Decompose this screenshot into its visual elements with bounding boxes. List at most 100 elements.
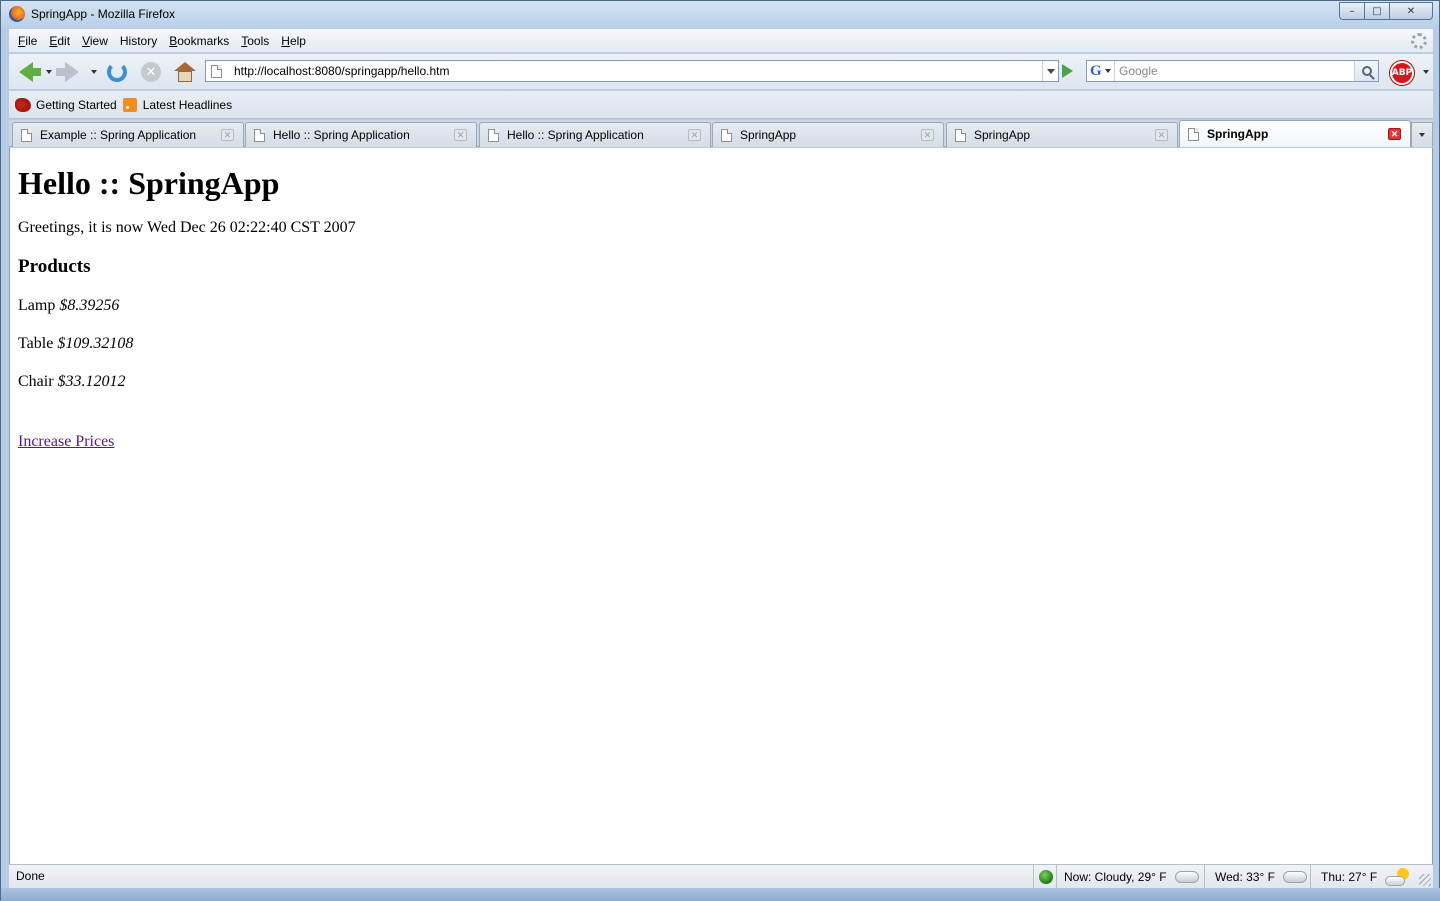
tab-6-active[interactable]: SpringApp ✕ [1179,120,1411,147]
tab-strip: Example :: Spring Application ✕ Hello ::… [9,120,1433,147]
product-price: $33.12012 [57,373,126,390]
menu-help-accel: H [281,33,290,48]
weather-wed-panel[interactable]: Wed: 33° F [1204,865,1310,888]
stop-button[interactable]: ✕ [138,59,164,85]
increase-prices-link[interactable]: Increase Prices [18,433,114,450]
url-bar[interactable]: http://localhost:8080/springapp/hello.ht… [205,60,1059,82]
home-button[interactable] [172,59,198,85]
window-title: SpringApp - Mozilla Firefox [31,7,176,21]
search-input[interactable]: Google [1119,64,1354,78]
menu-view-label: iew [89,33,108,48]
product-row: Chair $33.12012 [18,373,1424,391]
tab-3[interactable]: Hello :: Spring Application ✕ [479,122,711,147]
bookmark-label: Latest Headlines [142,97,233,112]
search-engine-selector[interactable]: G [1087,61,1115,81]
tab-4[interactable]: SpringApp ✕ [712,122,944,147]
globe-icon [1039,869,1053,884]
tab-1[interactable]: Example :: Spring Application ✕ [12,122,244,147]
menu-file[interactable]: File [12,34,43,48]
window-bottom-frame [1,888,1440,901]
window-controls: – □ ✕ [1339,2,1433,20]
minimize-button[interactable]: – [1339,2,1365,20]
tab-2[interactable]: Hello :: Spring Application ✕ [245,122,477,147]
menu-history[interactable]: History [114,34,163,48]
page-icon [254,128,265,142]
status-text: Done [16,869,45,883]
forward-button[interactable] [56,59,85,85]
menu-file-label: ile [25,33,38,48]
page-heading: Hello :: SpringApp [18,165,280,201]
tab-label: SpringApp [1207,127,1269,141]
adblock-plus-icon[interactable]: ABP [1390,61,1414,85]
menu-bookmarks-label: ookmarks [177,33,230,48]
menu-tools-label: ools [247,33,270,48]
menu-edit[interactable]: Edit [43,34,76,48]
search-bar[interactable]: G Google [1086,60,1379,82]
weather-now-panel[interactable]: Now: Cloudy, 29° F [1056,865,1204,888]
menu-help-label: elp [289,33,306,48]
tab-close-button[interactable]: ✕ [688,129,701,141]
title-bar: SpringApp - Mozilla Firefox – □ ✕ [1,1,1439,28]
reload-button[interactable] [104,59,130,85]
go-button[interactable] [1062,64,1073,78]
page-icon [21,128,32,142]
tab-5[interactable]: SpringApp ✕ [946,122,1178,147]
stop-icon: ✕ [141,62,161,82]
adblock-dropdown[interactable] [1423,70,1429,74]
reload-icon [107,62,127,82]
close-window-button[interactable]: ✕ [1389,2,1433,20]
product-name: Lamp [18,297,56,314]
bookmark-getting-started[interactable]: Getting Started [15,97,117,112]
maximize-button[interactable]: □ [1364,2,1390,20]
menu-view[interactable]: View [76,34,114,48]
navigation-toolbar: ✕ http://localhost:8080/springapp/hello.… [9,54,1433,90]
url-history-dropdown[interactable] [1042,61,1058,81]
product-price: $8.39256 [59,297,120,314]
tab-label: Hello :: Spring Application [507,128,644,142]
tab-close-button[interactable]: ✕ [1388,128,1401,140]
weather-now-text: Now: Cloudy, 29° F [1064,869,1167,884]
page-content: Hello :: SpringApp Greetings, it is now … [9,148,1433,864]
partly-sunny-icon [1385,867,1411,886]
forward-history-dropdown[interactable] [91,70,97,74]
menu-help[interactable]: Help [275,34,312,48]
rss-feed-icon [122,97,137,112]
search-button[interactable] [1354,61,1378,81]
cloudy-icon [1174,870,1199,883]
tab-close-button[interactable]: ✕ [1155,129,1168,141]
bookmarks-toolbar: Getting Started Latest Headlines [9,91,1433,119]
link-row: Increase Prices [18,433,1424,451]
page-favicon-icon [211,64,222,78]
weather-thu-text: Thu: 27° F [1321,869,1378,884]
menu-edit-label: dit [57,33,71,48]
product-name: Table [18,335,54,352]
tab-list-button[interactable] [1411,122,1433,147]
url-text[interactable]: http://localhost:8080/springapp/hello.ht… [234,64,449,78]
menu-tools[interactable]: Tools [235,34,275,48]
bookmark-latest-headlines[interactable]: Latest Headlines [122,97,233,112]
magnifier-icon [1361,66,1372,76]
back-history-dropdown[interactable] [46,70,52,74]
tab-close-button[interactable]: ✕ [221,129,234,141]
weather-thu-panel[interactable]: Thu: 27° F [1310,865,1420,888]
page-icon [955,128,966,142]
browser-window: SpringApp - Mozilla Firefox – □ ✕ File E… [0,0,1440,901]
weather-wed-text: Wed: 33° F [1215,869,1275,884]
resize-grip[interactable] [1419,874,1431,886]
menu-view-accel: V [82,33,90,48]
home-icon [174,62,196,82]
status-globe-panel[interactable] [1033,865,1056,888]
product-name: Chair [18,373,54,390]
tab-label: SpringApp [974,128,1031,142]
page-icon [721,128,732,142]
bookmark-label: Getting Started [36,97,117,112]
page-icon [488,128,499,142]
tab-label: Example :: Spring Application [40,128,197,142]
product-row: Lamp $8.39256 [18,297,1424,315]
menu-bookmarks[interactable]: Bookmarks [163,34,235,48]
tab-close-button[interactable]: ✕ [921,129,934,141]
tab-close-button[interactable]: ✕ [454,129,467,141]
tab-label: Hello :: Spring Application [273,128,410,142]
back-button[interactable] [13,59,41,85]
tab-label: SpringApp [740,128,797,142]
